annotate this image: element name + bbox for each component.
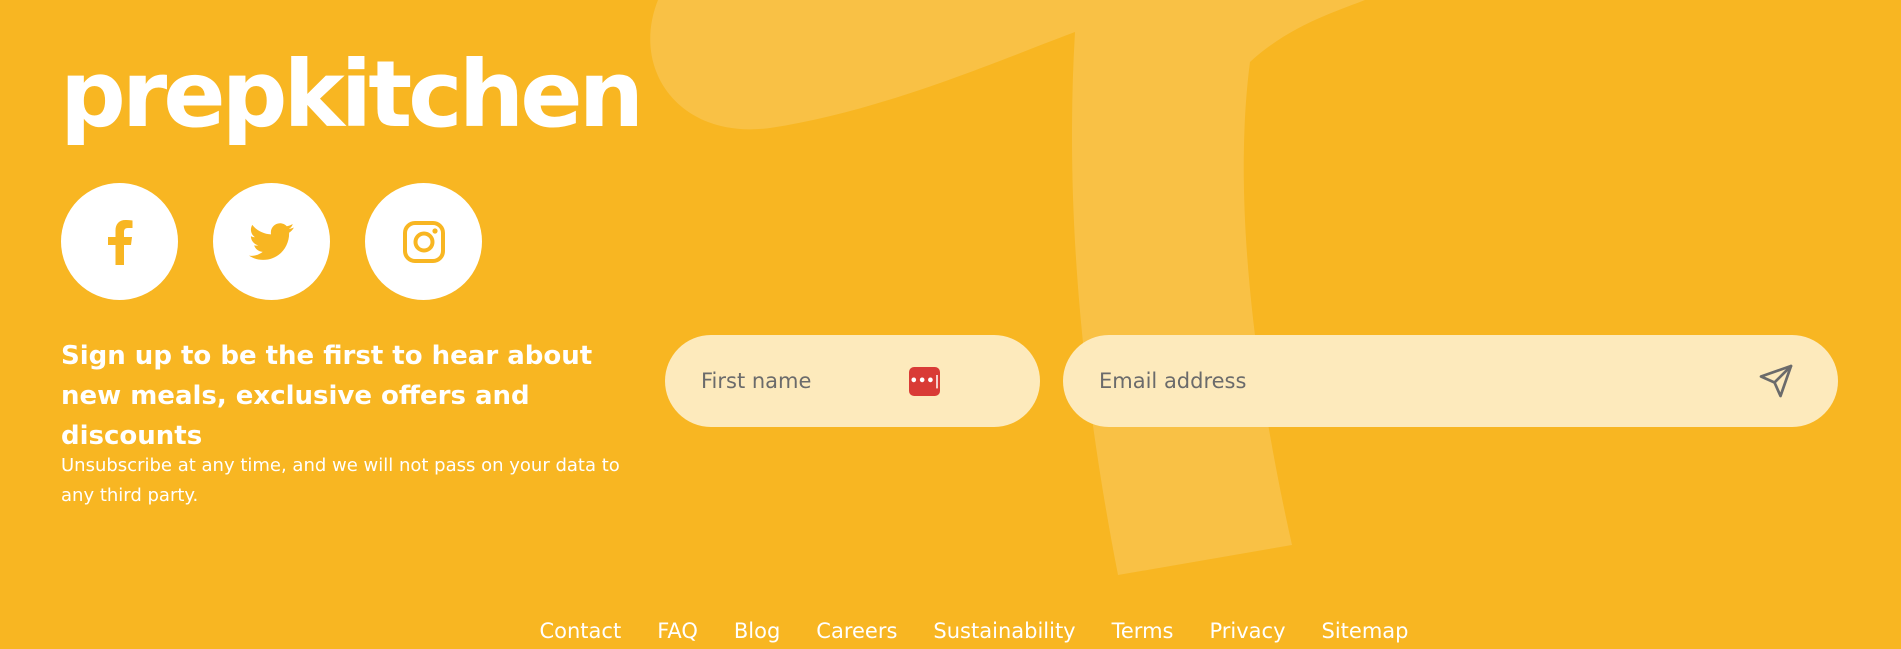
footer-link-blog[interactable]: Blog <box>734 616 780 646</box>
email-input[interactable] <box>1063 335 1756 427</box>
footer-nav: Contact FAQ Blog Careers Sustainability … <box>0 616 1901 646</box>
site-footer: prepkitchen Sign up to be the first to h… <box>0 0 1901 649</box>
footer-link-faq[interactable]: FAQ <box>657 616 698 646</box>
brand-logo[interactable]: prepkitchen <box>60 40 644 150</box>
facebook-icon <box>107 219 132 265</box>
first-name-input[interactable] <box>665 335 909 427</box>
facebook-button[interactable] <box>61 183 178 300</box>
password-manager-icon[interactable]: •••| <box>909 366 940 396</box>
footer-link-careers[interactable]: Careers <box>816 616 897 646</box>
send-icon <box>1759 364 1793 398</box>
signup-note: Unsubscribe at any time, and we will not… <box>61 455 620 506</box>
email-field[interactable] <box>1063 335 1838 427</box>
submit-button[interactable] <box>1756 361 1796 401</box>
footer-link-contact[interactable]: Contact <box>539 616 621 646</box>
footer-link-sitemap[interactable]: Sitemap <box>1322 616 1409 646</box>
social-links <box>61 183 482 300</box>
twitter-icon <box>248 222 294 260</box>
footer-link-terms[interactable]: Terms <box>1112 616 1174 646</box>
signup-heading: Sign up to be the first to hear about ne… <box>61 341 593 451</box>
instagram-icon <box>402 220 445 263</box>
instagram-button[interactable] <box>365 183 482 300</box>
footer-link-privacy[interactable]: Privacy <box>1209 616 1285 646</box>
twitter-button[interactable] <box>213 183 330 300</box>
first-name-field[interactable]: •••| <box>665 335 1040 427</box>
footer-link-sustainability[interactable]: Sustainability <box>933 616 1075 646</box>
